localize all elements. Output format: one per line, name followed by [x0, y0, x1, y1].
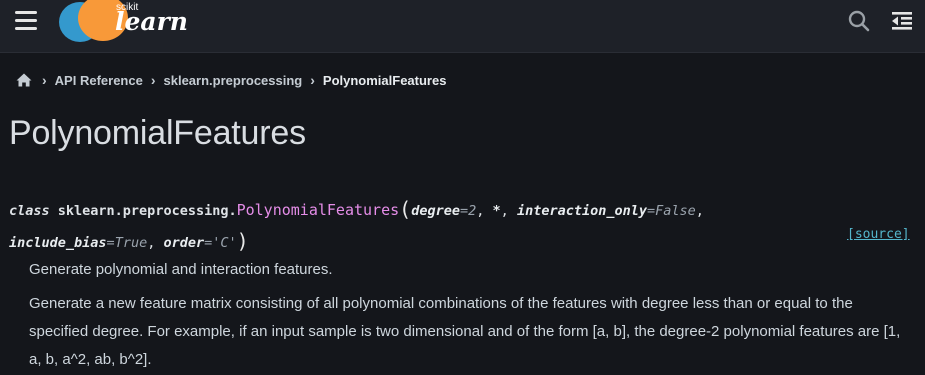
- home-icon[interactable]: [16, 72, 32, 88]
- chevron-right-icon: ›: [42, 72, 47, 88]
- scikit-learn-logo[interactable]: scikit learn: [58, 0, 193, 46]
- signature-class-name: PolynomialFeatures: [236, 201, 400, 219]
- hamburger-icon[interactable]: [15, 11, 37, 31]
- class-summary: Generate polynomial and interaction feat…: [29, 261, 333, 278]
- param-name-include-bias: include_bias: [9, 235, 107, 251]
- param-name-order: order: [163, 235, 205, 251]
- class-signature-line-1: class sklearn.preprocessing.PolynomialFe…: [9, 197, 704, 221]
- param-value-interaction-only: False: [655, 203, 696, 219]
- top-navbar: scikit learn: [0, 0, 925, 53]
- class-signature-line-2: include_bias=True, order='C'): [9, 229, 249, 253]
- param-value-include-bias: True: [114, 235, 148, 251]
- breadcrumb-item-preprocessing[interactable]: sklearn.preprocessing: [164, 73, 303, 88]
- class-description: Generate a new feature matrix consisting…: [29, 295, 901, 368]
- page-title: PolynomialFeatures: [9, 114, 306, 152]
- breadcrumb-item-api-reference[interactable]: API Reference: [55, 73, 143, 88]
- breadcrumb-item-current: PolynomialFeatures: [322, 72, 447, 88]
- signature-close-paren: ): [236, 229, 249, 253]
- param-value-order: 'C': [212, 235, 237, 251]
- signature-module-prefix: sklearn.preprocessing.: [57, 203, 237, 219]
- param-star: *: [492, 203, 501, 219]
- chevron-right-icon: ›: [310, 72, 315, 88]
- toc-toggle-icon[interactable]: [889, 8, 915, 34]
- search-icon[interactable]: [847, 9, 871, 33]
- signature-open-paren: (: [399, 197, 412, 221]
- chevron-right-icon: ›: [150, 72, 156, 88]
- param-name-interaction-only: interaction_only: [516, 203, 647, 219]
- logo-text: learn: [115, 7, 188, 36]
- signature-keyword: class: [9, 203, 50, 219]
- breadcrumb: › API Reference › sklearn.preprocessing …: [16, 70, 446, 90]
- param-name-degree: degree: [411, 203, 460, 219]
- source-link[interactable]: [source]: [847, 227, 910, 242]
